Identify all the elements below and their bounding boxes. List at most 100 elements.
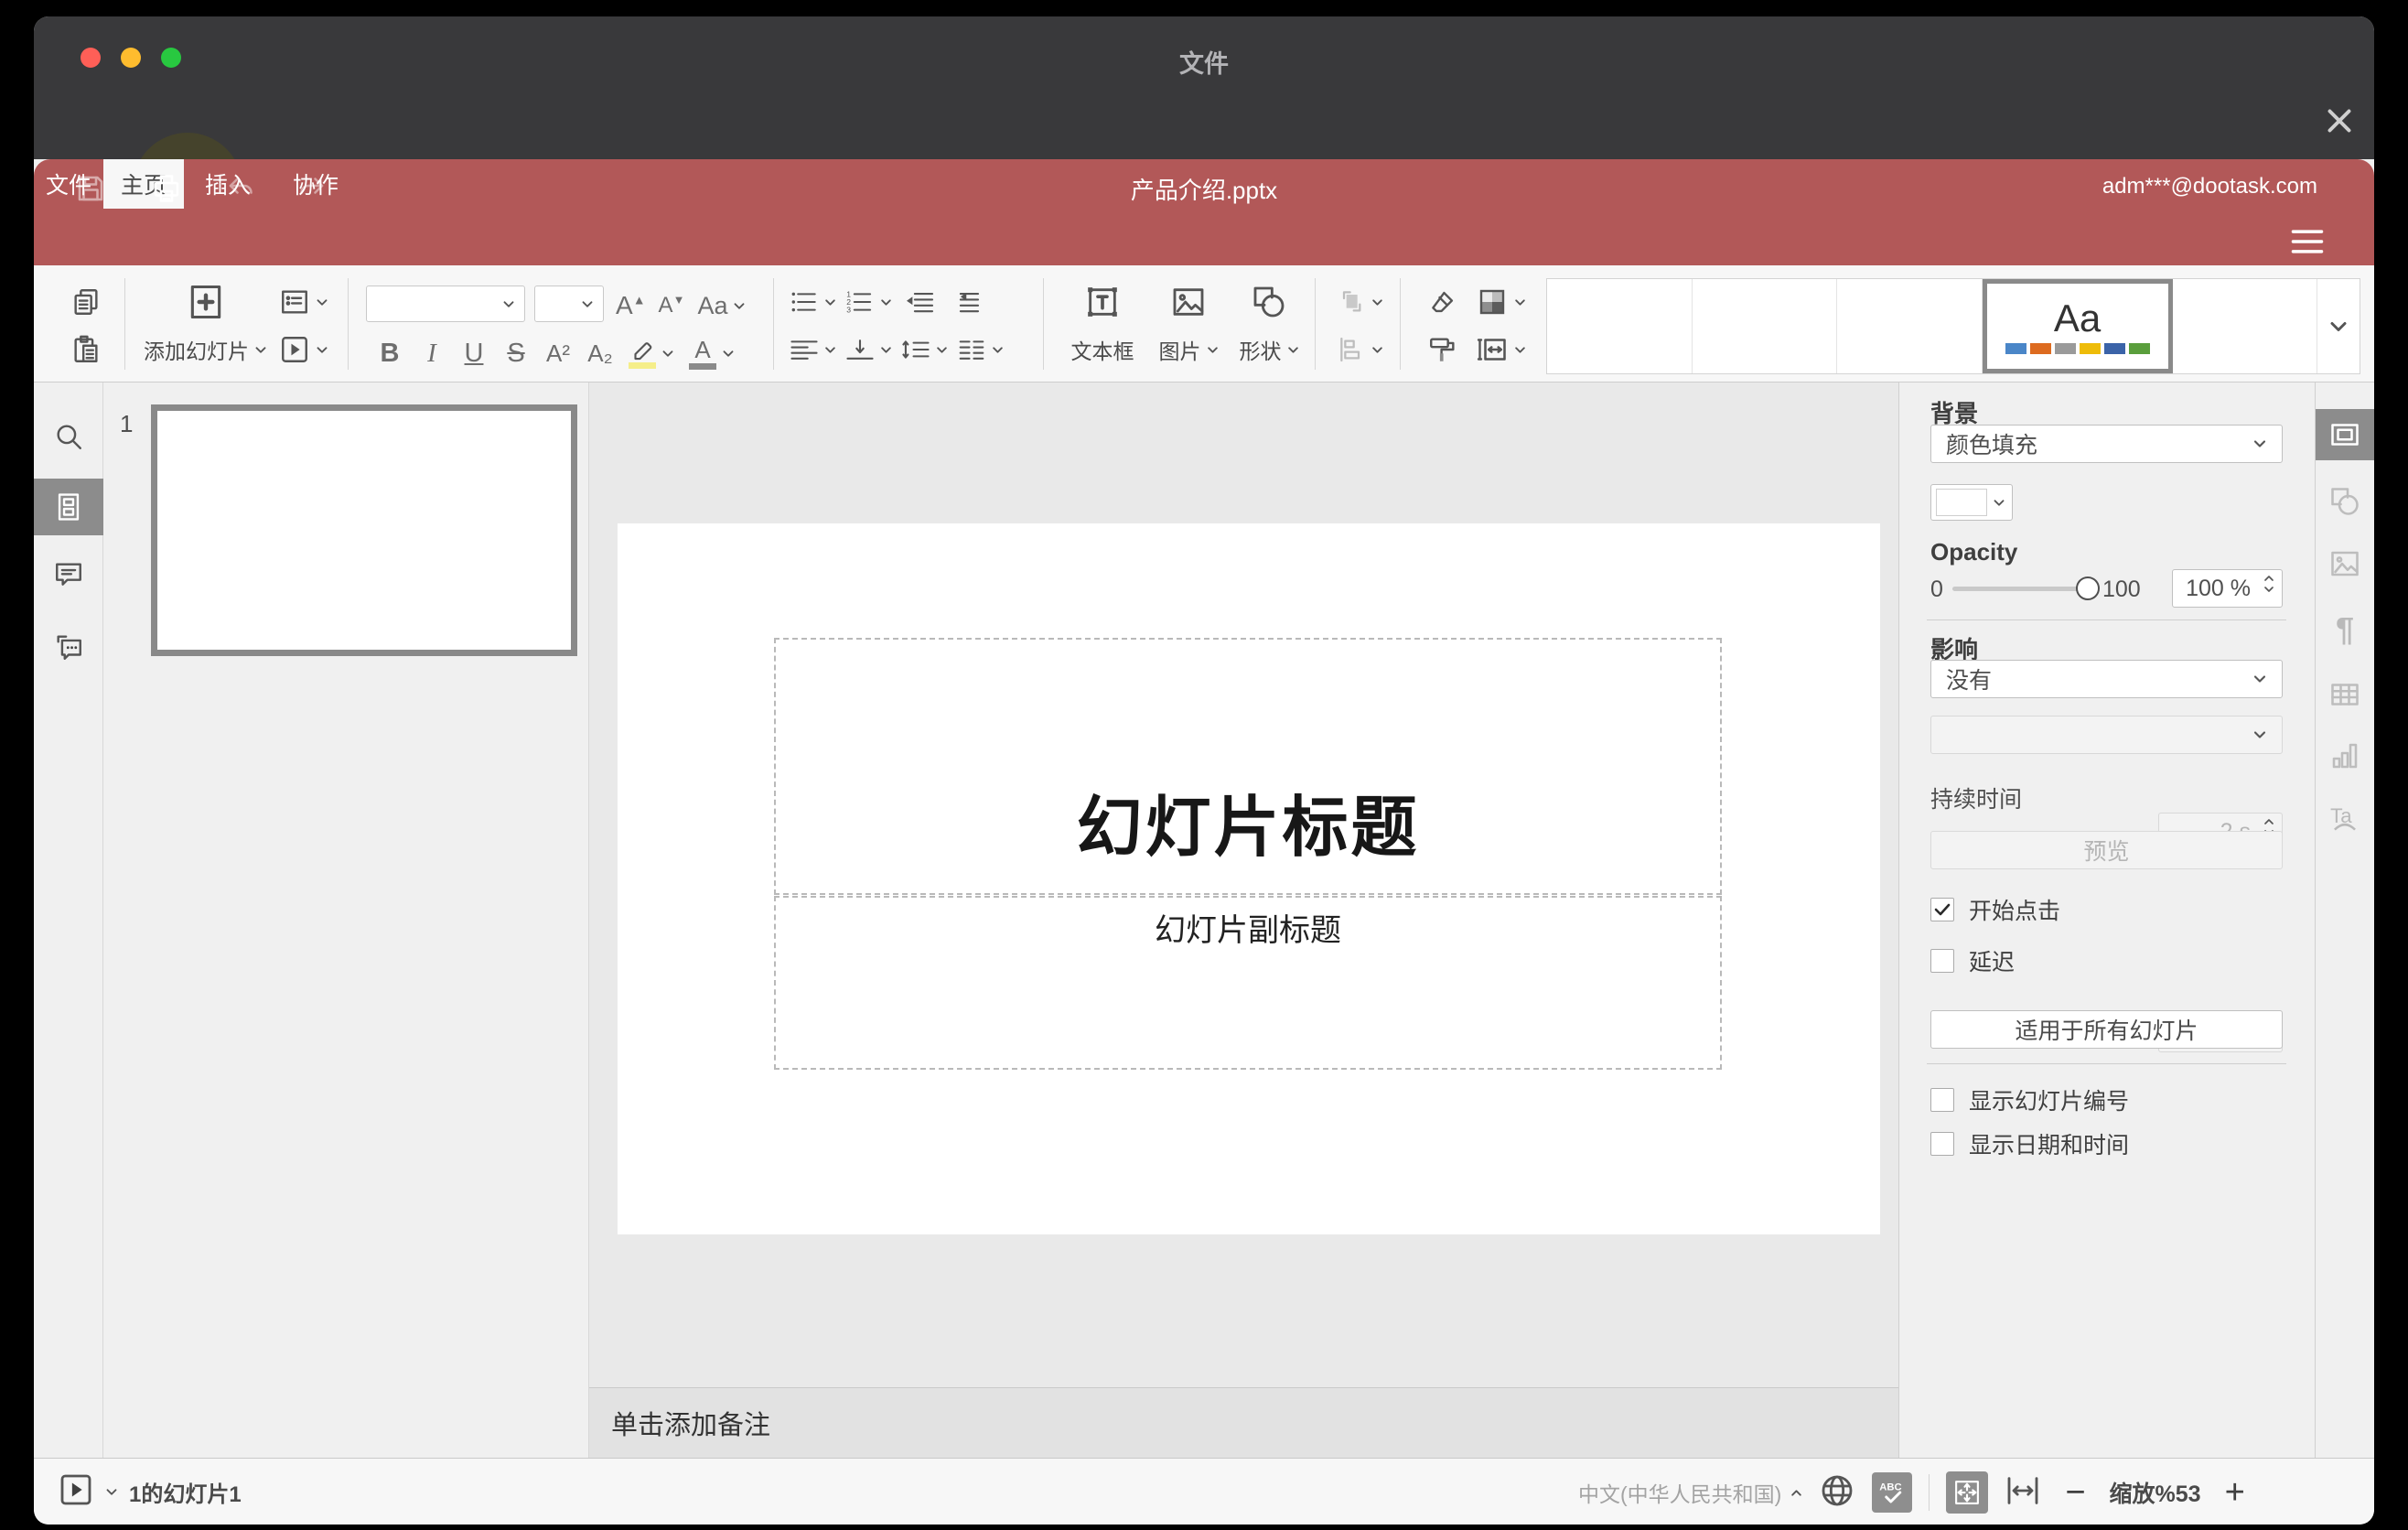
underline-button[interactable]: U [453,339,495,369]
theme-tile[interactable] [1547,279,1693,373]
close-icon[interactable] [2323,104,2356,142]
slides-panel-icon[interactable] [34,479,103,535]
align-shape-dropdown[interactable] [1318,326,1401,373]
bullets-dropdown[interactable] [790,282,836,322]
slide[interactable]: 幻灯片标题 幻灯片副标题 [618,523,1880,1234]
superscript-button[interactable]: A² [537,339,579,368]
columns-dropdown[interactable] [957,329,1004,370]
color-scheme-dropdown[interactable] [1476,282,1526,322]
fill-color-picker[interactable] [1930,484,2013,521]
font-decrease-button[interactable]: A▼ [659,293,685,318]
theme-gallery: Aa [1546,278,2360,374]
fill-type-select[interactable]: 颜色填充 [1930,425,2283,463]
theme-color-chip [2054,342,2076,354]
highlight-color-dropdown[interactable] [629,338,674,369]
textart-settings-icon[interactable]: Ta [2316,792,2374,844]
font-name-select[interactable] [366,286,525,322]
effect-option-select[interactable] [1930,716,2283,754]
slide-thumbnail[interactable] [151,404,577,656]
main-area: 1 幻灯片标题 幻灯片副标题 单击添加备注 背景 颜色填充 Opacity 0 … [34,382,2374,1458]
show-slide-number-row[interactable]: 显示幻灯片编号 [1930,1083,2129,1116]
paint-roller-button[interactable] [1424,329,1461,370]
opacity-value: 100 % [2186,575,2251,601]
theme-sample-text: Aa [2053,296,2102,339]
chat-icon[interactable] [34,619,103,675]
start-on-click-checkbox[interactable] [1930,898,1954,921]
fit-to-slide-button[interactable] [1946,1471,1989,1514]
app-window: 文件 产品介绍.pptx adm***@dootask.com 文件 主页 插入… [34,16,2374,1525]
start-slideshow-button[interactable] [58,1471,94,1513]
chart-settings-icon[interactable] [2316,730,2374,781]
insert-textbox-button[interactable]: 文本框 [1057,278,1148,373]
subtitle-placeholder[interactable]: 幻灯片副标题 [774,896,1722,1070]
start-slideshow-dropdown[interactable] [264,326,343,373]
show-slide-number-checkbox[interactable] [1930,1088,1954,1112]
opacity-slider-handle[interactable] [2076,576,2100,600]
delay-row[interactable]: 延迟 [1930,944,2015,977]
duration-label: 持续时间 [1930,787,2023,813]
italic-button[interactable]: I [411,339,453,369]
theme-tile[interactable] [1837,279,1983,373]
font-increase-button[interactable]: A▲ [616,291,646,320]
delay-checkbox[interactable] [1930,949,1954,973]
arrange-shape-dropdown[interactable] [1318,278,1401,326]
slide-settings-icon[interactable] [2316,409,2374,460]
insert-image-dropdown[interactable]: 图片 [1148,278,1229,373]
increase-indent-button[interactable] [947,282,984,322]
strikethrough-button[interactable]: S [495,339,537,369]
opacity-spinner[interactable]: 100 % [2172,569,2283,608]
paste-button[interactable] [54,326,118,373]
paragraph-settings-icon[interactable]: ¶ [2316,604,2374,655]
slide-size-dropdown[interactable] [1476,329,1526,370]
separator [1043,278,1044,370]
copy-button[interactable] [54,278,118,326]
theme-tile[interactable] [2172,279,2317,373]
add-slide-button[interactable] [125,278,285,326]
apply-to-all-button[interactable]: 适用于所有幻灯片 [1930,1010,2283,1049]
slide-layout-dropdown[interactable] [264,278,343,326]
font-size-select[interactable] [534,286,604,322]
spellcheck-toggle[interactable]: ABC [1872,1472,1913,1513]
line-spacing-dropdown[interactable] [901,329,948,370]
preview-button[interactable]: 预览 [1930,831,2283,869]
subscript-button[interactable]: A₂ [579,339,621,368]
theme-gallery-more-button[interactable] [2317,279,2360,373]
vertical-align-dropdown[interactable] [845,329,892,370]
spellcheck-language-icon[interactable] [1819,1472,1855,1514]
notes-area[interactable]: 单击添加备注 [589,1387,1898,1458]
add-slide-dropdown[interactable]: 添加幻灯片 [125,326,285,373]
table-settings-icon[interactable] [2316,669,2374,720]
svg-text:ABC: ABC [1880,1482,1902,1493]
eraser-button[interactable] [1424,282,1461,322]
fit-to-width-button[interactable] [2005,1472,2041,1514]
highlight-color-swatch [629,362,656,369]
start-on-click-row[interactable]: 开始点击 [1930,893,2060,926]
shape-settings-icon[interactable] [2316,476,2374,527]
search-icon[interactable] [34,408,103,465]
theme-tile[interactable] [1692,279,1837,373]
theme-color-chip [2103,342,2125,354]
title-placeholder[interactable]: 幻灯片标题 [774,638,1722,895]
image-settings-icon[interactable] [2316,538,2374,589]
opacity-slider-track[interactable] [1952,587,2088,591]
slide-thumbnails-panel: 1 [103,382,589,1458]
show-date-time-row[interactable]: 显示日期和时间 [1930,1127,2129,1160]
language-selector[interactable]: 中文(中华人民共和国) [1578,1477,1802,1508]
show-date-time-checkbox[interactable] [1930,1132,1954,1156]
horizontal-align-dropdown[interactable] [790,329,836,370]
theme-color-chip [2005,342,2026,354]
decrease-indent-button[interactable] [901,282,938,322]
insert-shape-dropdown[interactable]: 形状 [1229,278,1309,373]
change-case-dropdown[interactable]: Aa [697,292,746,320]
right-sidebar: ¶ Ta [2315,382,2374,1458]
slideshow-options-chevron[interactable] [105,1488,118,1496]
theme-tile-selected[interactable]: Aa [1982,279,2173,373]
comments-icon[interactable] [34,546,103,603]
effect-select[interactable]: 没有 [1930,660,2283,698]
menu-icon[interactable] [2290,229,2325,259]
effect-value: 没有 [1946,668,1993,694]
slide-counter: 1的幻灯片1 [129,1482,242,1507]
font-color-dropdown[interactable]: A [689,338,735,370]
numbering-dropdown[interactable]: 123 [845,282,892,322]
bold-button[interactable]: B [369,339,411,369]
